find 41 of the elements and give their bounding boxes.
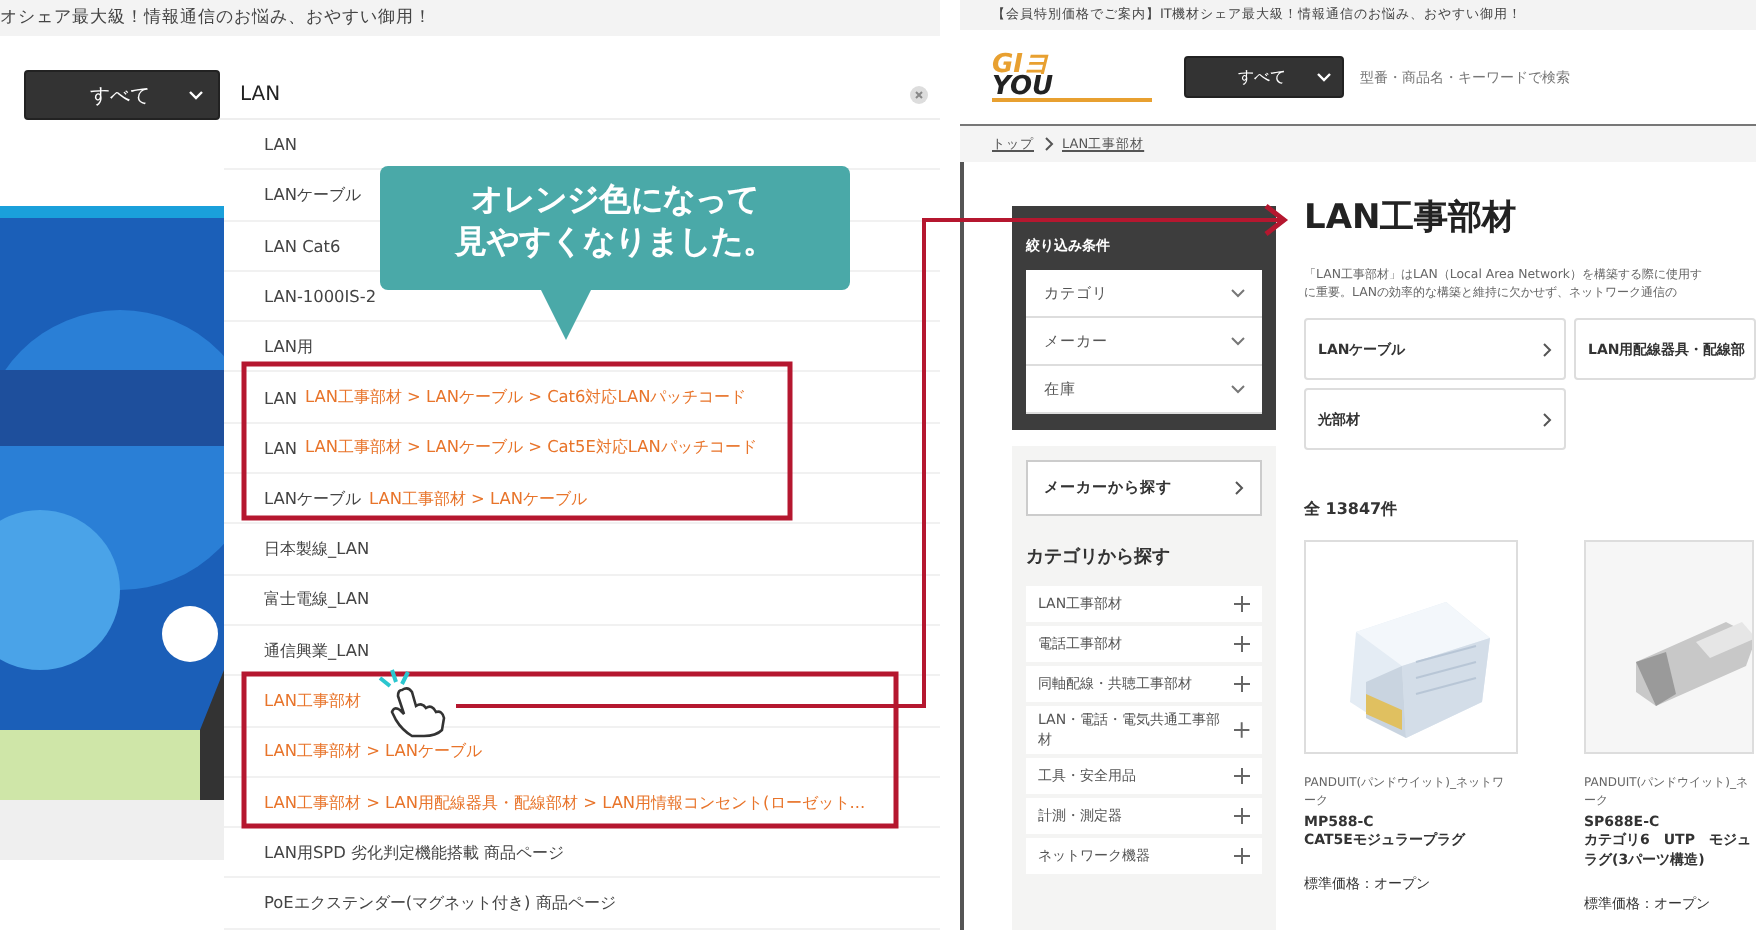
category-heading: カテゴリから探す (1026, 545, 1172, 570)
category-path: LAN工事部材 (264, 689, 361, 712)
plus-icon (1234, 596, 1250, 612)
plus-icon (1234, 636, 1250, 652)
chevron-right-icon (1232, 480, 1244, 496)
result-count: 全 13847件 (1304, 498, 1400, 520)
suggestion-item[interactable]: LANケーブル LAN工事部材 > LANケーブル (224, 474, 940, 525)
suggestion-item[interactable]: 通信興業_LAN (224, 625, 940, 677)
plus-icon (1234, 722, 1250, 738)
suggestion-item[interactable]: LAN LAN工事部材 > LANケーブル > Cat6対応LANパッチコード (224, 372, 940, 424)
plus-icon (1234, 848, 1250, 864)
chevron-right-icon (1042, 136, 1054, 152)
category-select[interactable]: すべて (24, 70, 220, 120)
category-path: LAN工事部材 > LANケーブル (368, 487, 588, 510)
plus-icon (1234, 676, 1250, 692)
announcement-text: オシェア最大級！情報通信のお悩み、おやすい御用！ (0, 0, 940, 36)
category-path: LAN工事部材 > LANケーブル > Cat6対応LANパッチコード (304, 386, 747, 409)
page-title: LAN工事部材 (1304, 196, 1519, 242)
category-path: LAN工事部材 > LAN用配線器具・配線部材 > LAN用情報コンセント(ローゼット... (264, 791, 866, 813)
category-path: LAN工事部材 > LANケーブル > Cat5E対応LANパッチコード (304, 436, 757, 459)
chevron-down-icon (1314, 68, 1334, 86)
site-logo[interactable]: GIヨ YOU (992, 53, 1152, 101)
search-term: LAN (264, 387, 297, 408)
suggestion-item[interactable]: 富士電線_LAN (224, 575, 940, 626)
suggestion-item[interactable]: LAN LAN工事部材 > LANケーブル > Cat5E対応LANパッチコード (224, 423, 940, 475)
suggestion-item[interactable]: LAN用SPD 劣化判定機能搭載 商品ページ (224, 828, 940, 879)
category-path: LAN工事部材 > LANケーブル (264, 740, 483, 763)
callout-tooltip: オレンジ色になって 見やすくなりました。 (380, 166, 850, 340)
chevron-down-icon (186, 86, 206, 104)
plus-icon (1234, 768, 1250, 784)
chevron-down-icon (1228, 332, 1248, 350)
search-term: LANケーブル (264, 487, 361, 510)
category-select[interactable]: すべて (1184, 56, 1344, 98)
plus-icon (1234, 808, 1250, 824)
chevron-down-icon (1228, 284, 1248, 302)
clear-icon (910, 86, 928, 104)
hand-cursor-icon (376, 666, 448, 738)
suggestion-item[interactable]: 日本製線_LAN (224, 524, 940, 576)
suggestion-item[interactable]: PoEエクステンダー(マグネット付き) 商品ページ (224, 878, 940, 930)
search-term: LAN (264, 437, 297, 458)
chevron-down-icon (1228, 380, 1248, 398)
